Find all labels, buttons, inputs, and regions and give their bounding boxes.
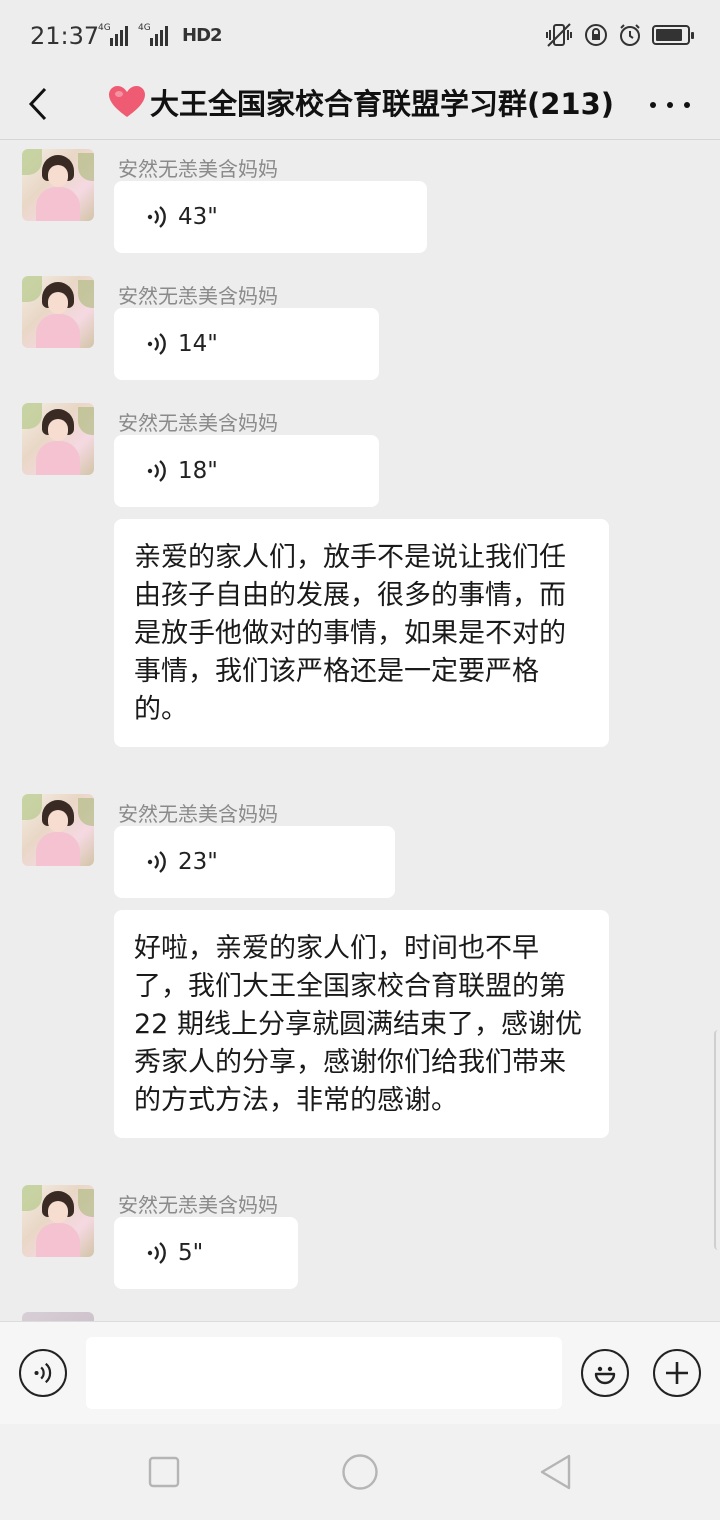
voice-wave-icon [147, 206, 166, 228]
status-icons [544, 22, 694, 48]
alarm-icon [620, 24, 640, 46]
back-button[interactable] [18, 82, 58, 126]
sender-name: 安然无恙美含妈妈 [118, 284, 278, 308]
sender-name: 安然无恙美含妈妈 [118, 411, 278, 435]
voice-message[interactable]: 43" [114, 181, 427, 253]
vibrate-mute-icon [546, 23, 572, 47]
avatar[interactable] [22, 794, 94, 866]
home-button[interactable] [341, 1453, 379, 1495]
signal-icon: 4G [98, 23, 128, 46]
hd-voice-badge: HD2 [182, 25, 223, 46]
voice-wave-icon [147, 851, 166, 873]
voice-wave-icon [147, 333, 166, 355]
sender-name: 安然无恙美含妈妈 [118, 802, 278, 826]
voice-message[interactable]: 14" [114, 308, 379, 380]
voice-duration: 18" [178, 458, 218, 484]
circle-icon [342, 1454, 378, 1490]
square-icon [148, 1456, 180, 1488]
text-message[interactable]: 亲爱的家人们，放手不是说让我们任由孩子自由的发展，很多的事情，而是放手他做对的事… [114, 519, 609, 747]
scrollbar[interactable] [714, 1030, 720, 1250]
voice-message[interactable]: 18" [114, 435, 379, 507]
voice-duration: 14" [178, 331, 218, 357]
smiley-icon [594, 1366, 616, 1385]
recent-apps-button[interactable] [148, 1456, 180, 1492]
input-bar [0, 1321, 720, 1424]
network-indicators: 4G 4G HD2 [98, 23, 223, 46]
triangle-back-icon [540, 1454, 571, 1490]
signal-icon: 4G [138, 23, 168, 46]
chat-title: 大王全国家校合育联盟学习群(213) [108, 78, 614, 126]
voice-input-button[interactable] [19, 1349, 67, 1397]
voice-message[interactable]: 23" [114, 826, 395, 898]
chat-header: 大王全国家校合育联盟学习群(213) [0, 72, 720, 140]
dot-icon [650, 102, 656, 108]
dot-icon [684, 102, 690, 108]
voice-message[interactable]: 5" [114, 1217, 298, 1289]
status-time: 21:37 [30, 22, 100, 50]
status-bar: 21:37 4G 4G HD2 [0, 0, 720, 72]
more-functions-button[interactable] [653, 1349, 701, 1397]
heart-icon [109, 86, 145, 117]
message-input[interactable] [86, 1337, 562, 1409]
voice-duration: 5" [178, 1240, 204, 1266]
sender-name: 安然无恙美含妈妈 [118, 1193, 278, 1217]
voice-wave-icon [34, 1362, 52, 1384]
system-nav-bar [0, 1424, 720, 1520]
dot-icon [667, 102, 673, 108]
voice-duration: 23" [178, 849, 218, 875]
avatar[interactable] [22, 149, 94, 221]
avatar[interactable] [22, 1185, 94, 1257]
voice-wave-icon [147, 1242, 166, 1264]
sender-name: 安然无恙美含妈妈 [118, 157, 278, 181]
battery-icon [652, 25, 694, 45]
voice-duration: 43" [178, 204, 218, 230]
text-message[interactable]: 好啦，亲爱的家人们，时间也不早了，我们大王全国家校合育联盟的第 22 期线上分享… [114, 910, 609, 1138]
plus-icon [666, 1362, 688, 1384]
avatar[interactable] [22, 276, 94, 348]
avatar[interactable] [22, 1312, 94, 1321]
chat-messages[interactable]: 安然无恙美含妈妈 43" 安然无恙美含妈妈 14" 安然无恙美含妈妈 18" 亲… [0, 141, 720, 1321]
chevron-left-icon [28, 87, 47, 121]
avatar[interactable] [22, 403, 94, 475]
page-title: 大王全国家校合育联盟学习群(213) [150, 87, 615, 121]
back-nav-button[interactable] [538, 1453, 572, 1495]
more-options-button[interactable] [650, 90, 690, 120]
emoji-button[interactable] [581, 1349, 629, 1397]
lock-rotation-icon [585, 24, 607, 46]
voice-wave-icon [147, 460, 166, 482]
